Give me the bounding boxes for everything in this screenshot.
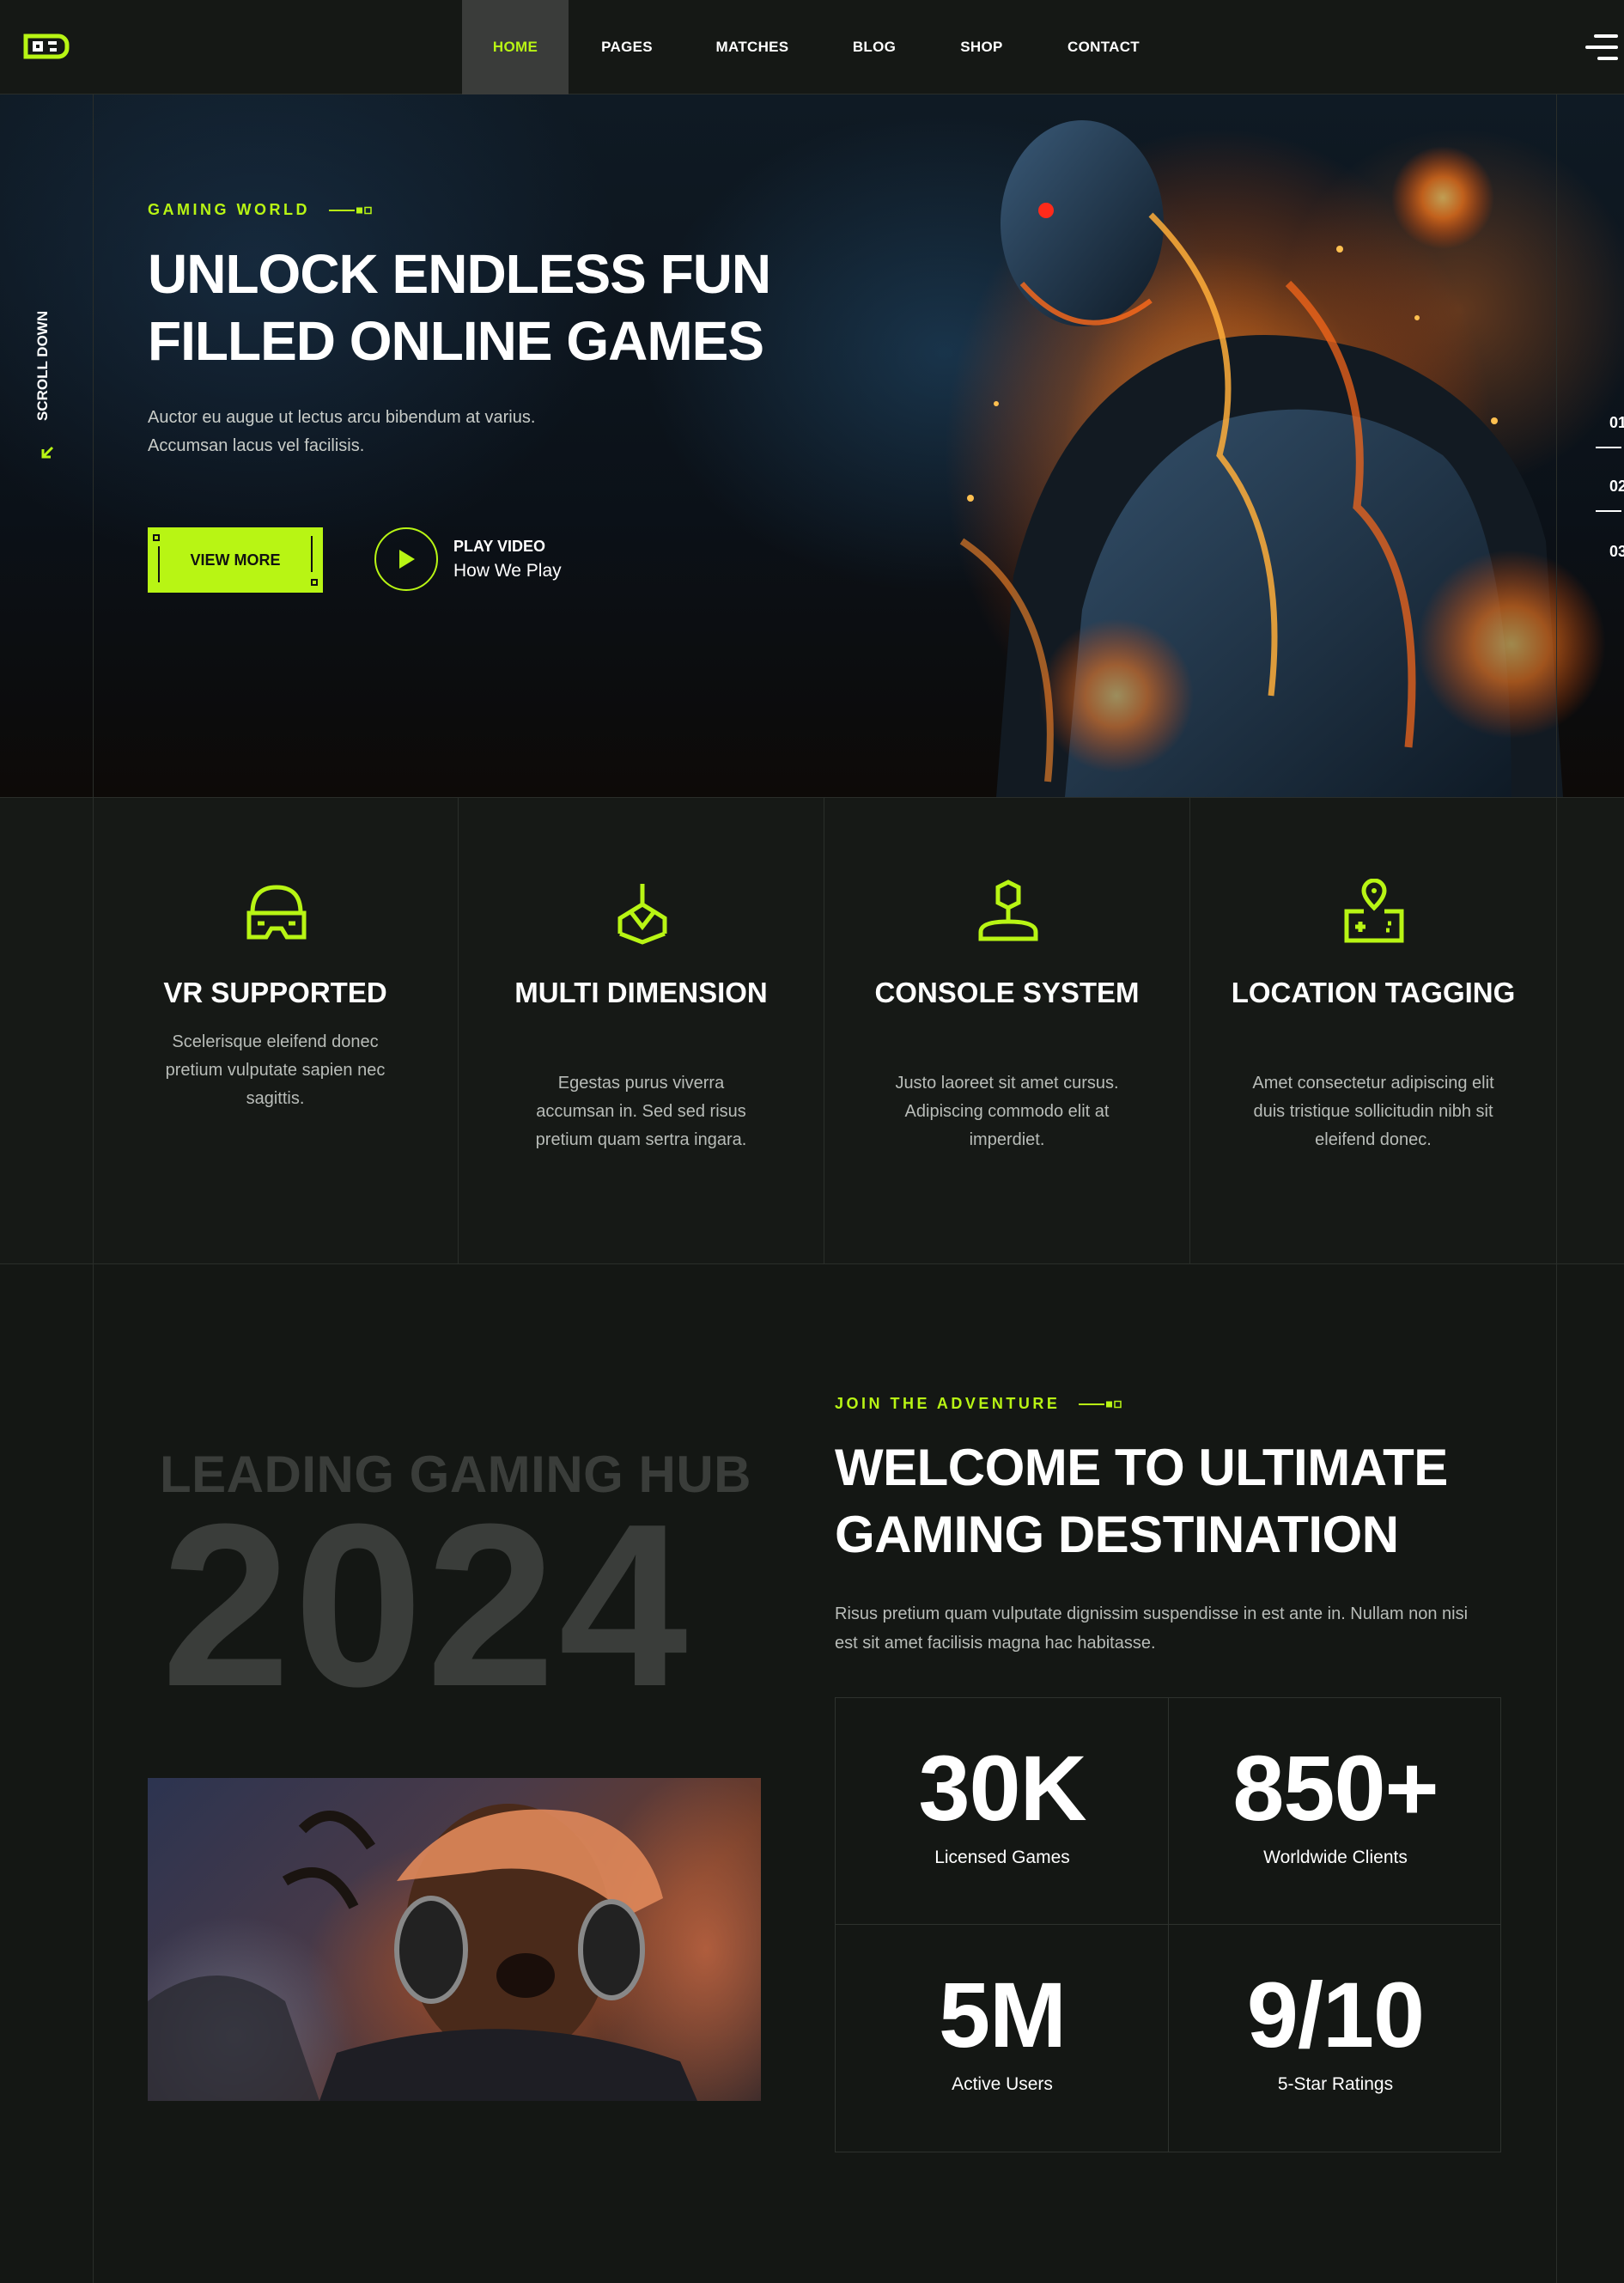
button-edge-decor <box>158 546 160 582</box>
menu-toggle-button[interactable] <box>1584 33 1618 62</box>
about-eyebrow: JOIN THE ADVENTURE <box>835 1395 1122 1413</box>
hero-title-line-2: FILLED ONLINE GAMES <box>148 310 764 372</box>
feature-title: MULTI DIMENSION <box>514 977 768 1008</box>
view-more-label: VIEW MORE <box>190 551 281 569</box>
feature-title: LOCATION TAGGING <box>1231 977 1516 1008</box>
menu-bar <box>1594 34 1618 38</box>
feature-text: Egestas purus viverra accumsan in. Sed s… <box>535 1074 747 1149</box>
play-video-button[interactable] <box>374 527 438 591</box>
hero-warrior-image <box>945 120 1606 797</box>
slide-number-1[interactable]: 01 <box>1609 414 1624 432</box>
hub-year: 2024 <box>161 1476 691 1735</box>
nav-item-pages[interactable]: PAGES <box>569 0 685 94</box>
grid-line-right <box>1556 0 1557 2283</box>
nav-item-blog[interactable]: BLOG <box>819 0 929 94</box>
feature-title: VR SUPPORTED <box>163 977 387 1008</box>
play-video-subtitle: How We Play <box>453 560 562 581</box>
feature-card-location: LOCATION TAGGING Amet consectetur adipis… <box>1190 798 1556 1265</box>
scroll-down-indicator[interactable]: SCROLL DOWN <box>33 311 58 533</box>
play-video-label: PLAY VIDEO <box>453 537 546 555</box>
hero-title: UNLOCK ENDLESS FUN FILLED ONLINE GAMES <box>148 240 921 374</box>
feature-card-multi-dimension: MULTI DIMENSION Egestas purus viverra ac… <box>459 798 824 1265</box>
menu-bar <box>1597 57 1618 60</box>
about-title-line-2: GAMING DESTINATION <box>835 1506 1399 1563</box>
hero-section: SCROLL DOWN GAMING WORLD UNLOCK ENDLESS … <box>0 94 1624 797</box>
about-section: LEADING GAMING HUB 2024 JOIN THE ADVENTU… <box>0 1264 1624 2283</box>
feature-card-console: CONSOLE SYSTEM Justo laoreet sit amet cu… <box>824 798 1190 1265</box>
arrow-down-left-icon <box>41 446 54 459</box>
about-title-line-1: WELCOME TO ULTIMATE <box>835 1439 1448 1496</box>
feature-text: Scelerisque eleifend donec pretium vulpu… <box>165 1032 386 1108</box>
slide-number-3[interactable]: 03 <box>1609 543 1624 561</box>
stat-value: 850+ <box>1232 1736 1438 1840</box>
feature-text: Amet consectetur adipiscing elit duis tr… <box>1252 1074 1494 1149</box>
slide-number-2[interactable]: 02 <box>1609 478 1624 496</box>
gamer-headphones-image <box>148 1778 761 2101</box>
about-description: Risus pretium quam vulputate dignissim s… <box>835 1604 1469 1653</box>
vr-headset-icon <box>246 885 307 940</box>
hero-title-line-1: UNLOCK ENDLESS FUN <box>148 243 771 305</box>
site-logo[interactable] <box>21 29 72 64</box>
stat-value: 5M <box>938 1963 1067 2067</box>
joystick-console-icon <box>978 880 1038 941</box>
scroll-down-label: SCROLL DOWN <box>34 310 51 421</box>
stats-grid: 30K Licensed Games 850+ Worldwide Client… <box>835 1697 1501 2152</box>
play-video-group: PLAY VIDEO How We Play <box>374 527 562 591</box>
play-icon <box>399 550 415 569</box>
button-corner-decor <box>311 579 318 586</box>
stat-worldwide-clients: 850+ Worldwide Clients <box>1169 1698 1502 1925</box>
stat-active-users: 5M Active Users <box>836 1925 1169 2152</box>
dash-square-decor-icon <box>1079 1400 1122 1408</box>
features-section: VR SUPPORTED Scelerisque eleifend donec … <box>0 797 1624 1265</box>
site-header: HOME PAGES MATCHES BLOG SHOP CONTACT <box>0 0 1624 94</box>
main-nav: HOME PAGES MATCHES BLOG SHOP CONTACT <box>462 0 1173 94</box>
slide-dash <box>1596 510 1621 512</box>
stat-value: 30K <box>918 1736 1086 1840</box>
location-pin-gamepad-icon <box>1344 879 1404 943</box>
dash-square-decor-icon <box>328 206 372 214</box>
stat-label: Active Users <box>952 2074 1053 2094</box>
view-more-button[interactable]: VIEW MORE <box>148 527 323 593</box>
stat-label: 5-Star Ratings <box>1277 2074 1394 2094</box>
stat-label: Worldwide Clients <box>1263 1848 1408 1867</box>
nav-item-matches[interactable]: MATCHES <box>685 0 819 94</box>
cube-dimension-icon <box>617 884 667 945</box>
stat-star-ratings: 9/10 5-Star Ratings <box>1169 1925 1502 2152</box>
nav-item-home[interactable]: HOME <box>462 0 569 94</box>
menu-bar <box>1585 46 1618 49</box>
about-eyebrow-label: JOIN THE ADVENTURE <box>835 1395 1061 1412</box>
stat-value: 9/10 <box>1246 1963 1425 2067</box>
nav-item-contact[interactable]: CONTACT <box>1034 0 1173 94</box>
hero-description: Auctor eu augue ut lectus arcu bibendum … <box>148 408 536 455</box>
hero-eyebrow: GAMING WORLD <box>148 201 372 219</box>
feature-card-vr: VR SUPPORTED Scelerisque eleifend donec … <box>93 798 459 1265</box>
stat-label: Licensed Games <box>934 1848 1070 1867</box>
feature-text: Justo laoreet sit amet cursus. Adipiscin… <box>895 1074 1119 1149</box>
nav-item-shop[interactable]: SHOP <box>929 0 1034 94</box>
button-edge-decor <box>311 536 313 572</box>
grid-line-left <box>93 0 94 2283</box>
feature-title: CONSOLE SYSTEM <box>874 977 1140 1008</box>
about-title: WELCOME TO ULTIMATE GAMING DESTINATION <box>835 1434 1522 1568</box>
hero-eyebrow-label: GAMING WORLD <box>148 201 310 218</box>
stat-licensed-games: 30K Licensed Games <box>836 1698 1169 1925</box>
button-corner-decor <box>153 534 160 541</box>
slide-dash <box>1596 447 1621 448</box>
play-video-text[interactable]: PLAY VIDEO How We Play <box>453 538 562 581</box>
